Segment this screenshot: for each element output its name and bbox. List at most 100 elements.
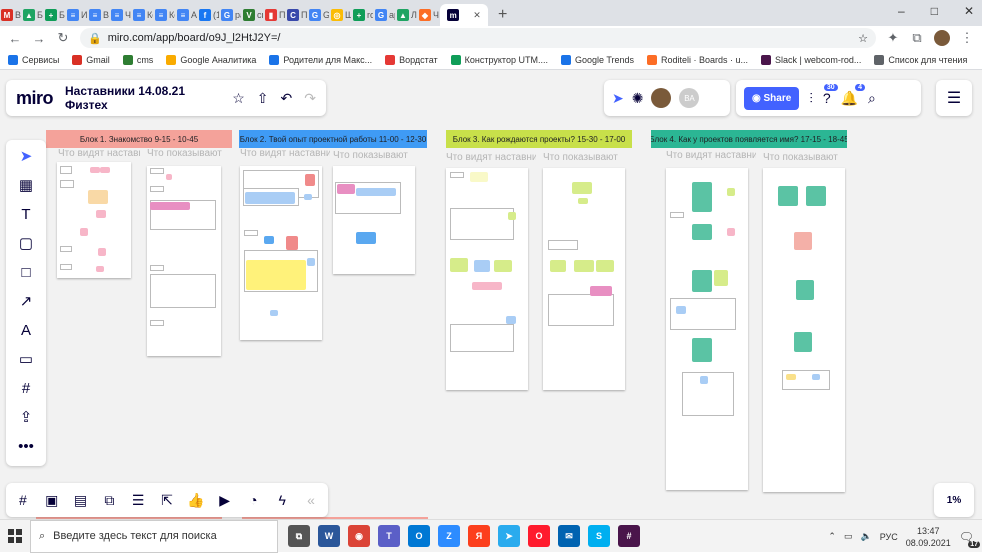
windows-start-icon[interactable]	[0, 520, 30, 553]
browser-tab[interactable]: ▲БК	[22, 4, 44, 26]
maximize-icon[interactable]: □	[931, 4, 938, 18]
bookmark-item[interactable]: Roditeli · Boards · u...	[647, 54, 748, 65]
block-header[interactable]: Блок 1. Знакомство 9-15 - 10-45	[46, 130, 232, 148]
board-card[interactable]	[450, 324, 514, 352]
board-card[interactable]	[150, 320, 164, 326]
search-icon[interactable]: ⌕	[868, 90, 876, 107]
sticky-note[interactable]	[778, 186, 798, 206]
board-menu-icon[interactable]: ☰	[936, 80, 972, 116]
star-icon[interactable]: ☆	[232, 90, 245, 107]
comment-icon[interactable]: ▭	[14, 349, 38, 369]
cards-icon[interactable]: ☰	[129, 492, 147, 509]
browser-tab[interactable]: CПр	[286, 4, 308, 26]
collaborator-initials[interactable]: ВА	[679, 88, 700, 108]
sticky-note[interactable]	[692, 224, 712, 240]
board-card[interactable]	[60, 166, 72, 174]
browser-tab[interactable]: MВх	[0, 4, 22, 26]
sticky-note[interactable]	[676, 306, 686, 314]
browser-tab[interactable]: ≡Кс	[132, 4, 154, 26]
board-card[interactable]	[244, 230, 258, 236]
voting-icon[interactable]: ϟ	[273, 492, 291, 508]
undo-icon[interactable]: ↶	[281, 90, 293, 107]
comments-icon[interactable]: ▤	[72, 492, 90, 509]
network-icon[interactable]: ▭	[844, 531, 853, 542]
sticky-note[interactable]	[506, 316, 516, 324]
block-header[interactable]: Блок 2. Твой опыт проектной работы 11-00…	[239, 130, 427, 148]
block-header[interactable]: Блок 4. Как у проектов появляется имя? 1…	[651, 130, 847, 148]
bookmark-item[interactable]: Slack | webcom-rod...	[761, 54, 861, 65]
frame-icon[interactable]: #	[14, 378, 38, 398]
reactions-icon[interactable]: 👍	[187, 492, 205, 509]
teams-icon[interactable]: T	[378, 525, 400, 547]
word-icon[interactable]: W	[318, 525, 340, 547]
forward-icon[interactable]: →	[32, 31, 46, 46]
sticky-note-icon[interactable]: ▢	[14, 233, 38, 253]
task-view-icon[interactable]: ⧉	[288, 525, 310, 547]
notifications-icon[interactable]: 🗨 17	[959, 530, 980, 548]
templates-icon[interactable]: ▦	[14, 175, 38, 195]
select-icon[interactable]: ➤	[14, 146, 38, 166]
browser-tab[interactable]: Gар	[374, 4, 396, 26]
bookmark-item[interactable]: Родители для Макс...	[269, 54, 372, 65]
back-icon[interactable]: ←	[8, 31, 22, 46]
shape-icon[interactable]: □	[14, 262, 38, 282]
timer-icon[interactable]: ◔	[245, 492, 263, 508]
taskbar-search[interactable]: ⌕ Введите здесь текст для поиска	[30, 519, 278, 553]
outlook-icon[interactable]: O	[408, 525, 430, 547]
board-card[interactable]	[60, 264, 72, 270]
zoom-icon[interactable]: Z	[438, 525, 460, 547]
bookmark-item[interactable]: Google Аналитика	[166, 54, 256, 65]
minimize-icon[interactable]: –	[898, 4, 905, 18]
star-icon[interactable]: ☆	[858, 32, 868, 45]
sticky-note[interactable]	[508, 212, 516, 220]
sticky-note[interactable]	[796, 280, 814, 300]
sticky-note[interactable]	[307, 258, 315, 266]
board-card[interactable]	[670, 298, 736, 330]
clock[interactable]: 13:47 08.09.2021	[906, 525, 951, 549]
board-card[interactable]	[150, 186, 164, 192]
mail-icon[interactable]: ✉	[558, 525, 580, 547]
sticky-note[interactable]	[286, 236, 298, 250]
bookmark-item[interactable]: Вордстат	[385, 54, 438, 65]
browser-tab[interactable]: f (1	[198, 4, 220, 26]
board-column-frame[interactable]	[147, 166, 221, 356]
board-column-frame[interactable]	[446, 168, 528, 390]
block-header[interactable]: Блок 3. Как рождаются проекты? 15-30 - 1…	[446, 130, 632, 148]
sticky-note[interactable]	[305, 174, 315, 186]
board-card[interactable]	[782, 370, 830, 390]
sticky-note[interactable]	[474, 260, 490, 272]
sticky-note[interactable]	[590, 286, 612, 296]
browser-tab[interactable]: Gра	[220, 4, 242, 26]
sticky-note[interactable]	[794, 232, 812, 250]
collaborator-avatar[interactable]	[651, 88, 672, 108]
sticky-note[interactable]	[270, 310, 278, 316]
sticky-note[interactable]	[80, 228, 88, 236]
text-icon[interactable]: T	[14, 204, 38, 224]
browser-tab[interactable]: ▲Ло	[396, 4, 418, 26]
sticky-note[interactable]	[700, 376, 708, 384]
chrome-icon[interactable]: ◉	[348, 525, 370, 547]
browser-tab[interactable]: ≡Ав	[176, 4, 198, 26]
bookmark-item[interactable]: Google Trends	[560, 54, 634, 65]
share-screen-icon[interactable]: ⇱	[158, 492, 176, 509]
language-indicator[interactable]: РУС	[880, 532, 898, 542]
sticky-note[interactable]	[727, 188, 735, 196]
sticky-note[interactable]	[578, 198, 588, 204]
board-card[interactable]	[150, 274, 216, 308]
bookmark-item[interactable]: Конструктор UTM....	[450, 54, 548, 65]
sticky-note[interactable]	[245, 192, 295, 204]
video-icon[interactable]: ▶	[216, 492, 234, 509]
browser-tab[interactable]: ◎ Ш	[330, 4, 352, 26]
notifications-icon[interactable]: 🔔 4	[841, 83, 866, 107]
arrow-icon[interactable]: ↗	[14, 291, 38, 311]
sticky-note[interactable]	[470, 172, 488, 182]
chevron-up-icon[interactable]: ⌃	[828, 531, 836, 542]
sticky-note[interactable]	[812, 374, 820, 380]
browser-tab[interactable]: m ✕	[440, 4, 488, 26]
slack-icon[interactable]: #	[618, 525, 640, 547]
close-icon[interactable]: ✕	[964, 4, 974, 18]
url-field[interactable]: 🔒 miro.com/app/board/o9J_l2HtJ2Y=/ ☆	[80, 28, 876, 48]
browser-tab[interactable]: Vсп	[242, 4, 264, 26]
pen-icon[interactable]: A	[14, 320, 38, 340]
skype-icon[interactable]: S	[588, 525, 610, 547]
